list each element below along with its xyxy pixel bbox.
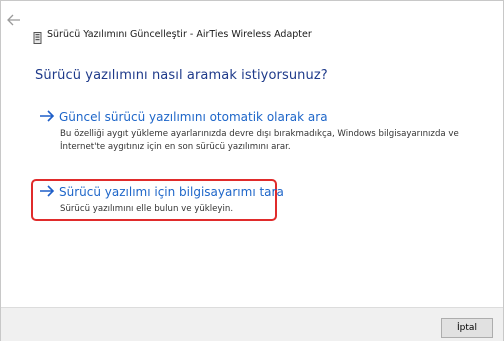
- back-arrow-icon[interactable]: [7, 14, 23, 28]
- cancel-button[interactable]: İptal: [441, 318, 493, 338]
- title-bar: Sürücü Yazılımını Güncelleştir - AirTies…: [1, 1, 503, 44]
- arrow-right-icon: [39, 184, 55, 201]
- update-driver-dialog: Sürücü Yazılımını Güncelleştir - AirTies…: [0, 0, 504, 341]
- window-title: Sürücü Yazılımını Güncelleştir - AirTies…: [47, 29, 312, 40]
- arrow-right-icon: [39, 109, 55, 126]
- dialog-footer: İptal: [1, 307, 503, 341]
- option-title[interactable]: Sürücü yazılımı için bilgisayarımı tara: [59, 185, 284, 199]
- option-title[interactable]: Güncel sürücü yazılımını otomatik olarak…: [59, 110, 328, 124]
- page-heading: Sürücü yazılımını nasıl aramak istiyorsu…: [35, 68, 328, 83]
- option-description: Sürücü yazılımını elle bulun ve yükleyin…: [60, 204, 234, 214]
- option-description: Bu özelliği aygıt yükleme ayarlarınızda …: [60, 129, 459, 152]
- network-adapter-icon: [33, 29, 42, 44]
